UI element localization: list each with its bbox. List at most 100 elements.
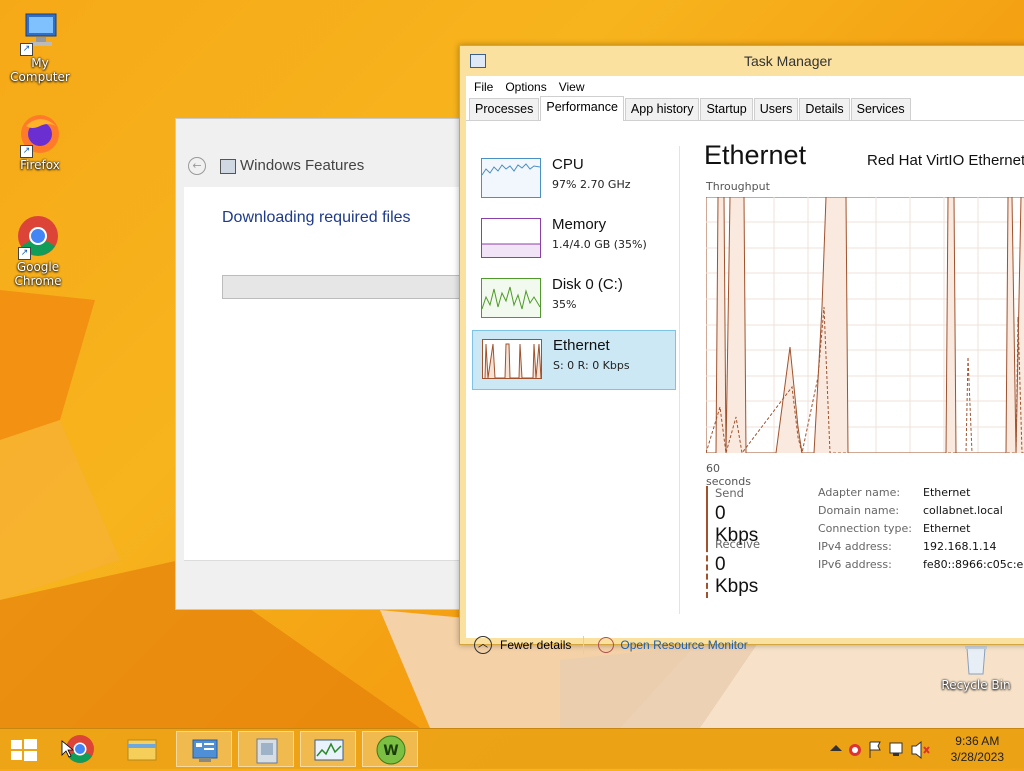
control-panel-icon [192, 739, 218, 762]
taskbar-control-panel-button[interactable] [176, 731, 232, 767]
property-value: collabnet.local [923, 504, 1003, 517]
separator [583, 636, 585, 654]
send-label: Send [715, 486, 744, 500]
property-row: IPv6 address: fe80::8966:c05c:e02 [818, 556, 1024, 574]
property-row: Domain name: collabnet.local [818, 502, 1024, 520]
property-key: IPv6 address: [818, 558, 892, 571]
taskbar-file-explorer-button[interactable] [114, 731, 170, 767]
cpu-mini-graph [481, 158, 541, 198]
receive-stat: Receive 0 Kbps [706, 537, 760, 598]
tray-icons [830, 740, 930, 760]
property-key: IPv4 address: [818, 540, 892, 553]
fewer-details-link[interactable]: Fewer details [500, 638, 571, 652]
recycle-bin-desktop-icon[interactable]: Recycle Bin [936, 642, 1016, 692]
taskbar-task-manager-button[interactable] [300, 731, 356, 767]
memory-mini-graph [481, 218, 541, 258]
desktop-icon-label: Recycle Bin [941, 678, 1011, 692]
title-bar[interactable]: Task Manager [460, 46, 1024, 76]
resource-monitor-icon [598, 637, 615, 653]
property-value: fe80::8966:c05c:e02 [923, 558, 1024, 571]
windows-features-icon [220, 159, 236, 174]
taskbar-installer-button[interactable] [238, 731, 294, 767]
task-manager-icon [314, 739, 344, 761]
tab-startup[interactable]: Startup [700, 98, 753, 120]
task-manager-client: File Options View Processes Performance … [466, 76, 1024, 654]
window-title: Windows Features [240, 157, 365, 174]
graph-label: Throughput [706, 180, 770, 193]
status-heading: Downloading required files [222, 209, 411, 226]
menu-view[interactable]: View [555, 80, 593, 94]
my-computer-desktop-icon[interactable]: ↗ My Computer [0, 10, 80, 84]
property-row: Adapter name: Ethernet [818, 484, 1024, 502]
clock-date: 3/28/2023 [950, 750, 1004, 764]
clock[interactable]: 9:36 AM 3/28/2023 [951, 733, 1004, 765]
property-key: Adapter name: [818, 486, 901, 499]
resource-detail: 35% [552, 298, 577, 311]
property-value: Ethernet [923, 522, 971, 535]
desktop-icon-label: Google Chrome [14, 260, 62, 288]
property-row: Connection type: Ethernet [818, 520, 1024, 538]
disk-mini-graph [481, 278, 541, 318]
show-hidden-icons-icon [830, 745, 842, 751]
installer-icon [256, 738, 278, 764]
ethernet-mini-graph [482, 339, 542, 379]
property-value: 192.168.1.14 [923, 540, 997, 553]
tab-bar: Processes Performance App history Startu… [466, 96, 1024, 121]
clock-time: 9:36 AM [955, 734, 1000, 748]
taskbar: W 9:36 AM 3/28/2023 [0, 728, 1024, 769]
menu-bar: File Options View [466, 76, 1024, 98]
start-button[interactable] [0, 731, 48, 767]
firefox-desktop-icon[interactable]: ↗ Firefox [0, 112, 80, 172]
footer-divider [184, 560, 476, 561]
resource-name: Memory [552, 216, 607, 233]
resource-name: CPU [552, 156, 584, 173]
window-title: Task Manager [744, 53, 832, 69]
resource-item-cpu[interactable]: CPU 97% 2.70 GHz [472, 150, 674, 208]
resource-detail: S: 0 R: 0 Kbps [553, 359, 630, 372]
menu-options[interactable]: Options [501, 80, 554, 94]
tab-processes[interactable]: Processes [469, 98, 540, 120]
pane-divider [679, 146, 680, 614]
back-arrow-icon[interactable]: ← [188, 157, 206, 175]
resource-item-disk[interactable]: Disk 0 (C:) 35% [472, 270, 674, 328]
taskbar-w-app-button[interactable]: W [362, 731, 418, 767]
resource-name: Disk 0 (C:) [552, 276, 623, 293]
system-tray: 9:36 AM 3/28/2023 [824, 729, 1024, 769]
desktop-icon-label: Firefox [20, 158, 60, 172]
tab-details[interactable]: Details [799, 98, 850, 120]
file-explorer-icon [127, 739, 157, 761]
svg-text:W: W [383, 743, 398, 759]
time-axis-label: 60 seconds [706, 462, 751, 488]
resource-item-ethernet[interactable]: Ethernet S: 0 R: 0 Kbps [472, 330, 676, 390]
chrome-icon: ↗ [16, 214, 60, 260]
receive-value: 0 Kbps [715, 554, 759, 597]
tab-services[interactable]: Services [850, 98, 911, 120]
windows-features-window: ← Windows Features Downloading required … [175, 118, 478, 610]
tab-users[interactable]: Users [753, 98, 799, 120]
property-key: Connection type: [818, 522, 913, 535]
receive-label: Receive [715, 537, 761, 551]
download-progress-bar [222, 275, 478, 299]
computer-icon: ↗ [18, 10, 62, 56]
task-manager-icon [470, 54, 486, 68]
w-app-icon: W [376, 735, 406, 765]
resource-item-memory[interactable]: Memory 1.4/4.0 GB (35%) [472, 210, 674, 268]
resource-name: Ethernet [553, 337, 610, 354]
tab-performance[interactable]: Performance [540, 96, 624, 121]
chrome-desktop-icon[interactable]: ↗ Google Chrome [0, 214, 78, 288]
open-resource-monitor-link[interactable]: Open Resource Monitor [620, 638, 747, 652]
desktop-icon-label: My Computer [10, 56, 70, 84]
tab-app-history[interactable]: App history [624, 98, 700, 120]
menu-file[interactable]: File [470, 80, 501, 94]
bottom-bar: ︿ Fewer details Open Resource Monitor [474, 636, 748, 654]
property-row: IPv4 address: 192.168.1.14 [818, 538, 1024, 556]
adapter-description: Red Hat VirtIO Ethernet [867, 152, 1024, 169]
start-icon [11, 739, 37, 761]
resource-detail: 1.4/4.0 GB (35%) [552, 238, 647, 251]
taskbar-chrome-button[interactable] [52, 731, 108, 767]
property-key: Domain name: [818, 504, 900, 517]
task-manager-window: Task Manager File Options View Processes… [459, 45, 1024, 654]
chevron-up-icon[interactable]: ︿ [474, 636, 492, 654]
firefox-icon: ↗ [18, 112, 62, 158]
property-value: Ethernet [923, 486, 971, 499]
